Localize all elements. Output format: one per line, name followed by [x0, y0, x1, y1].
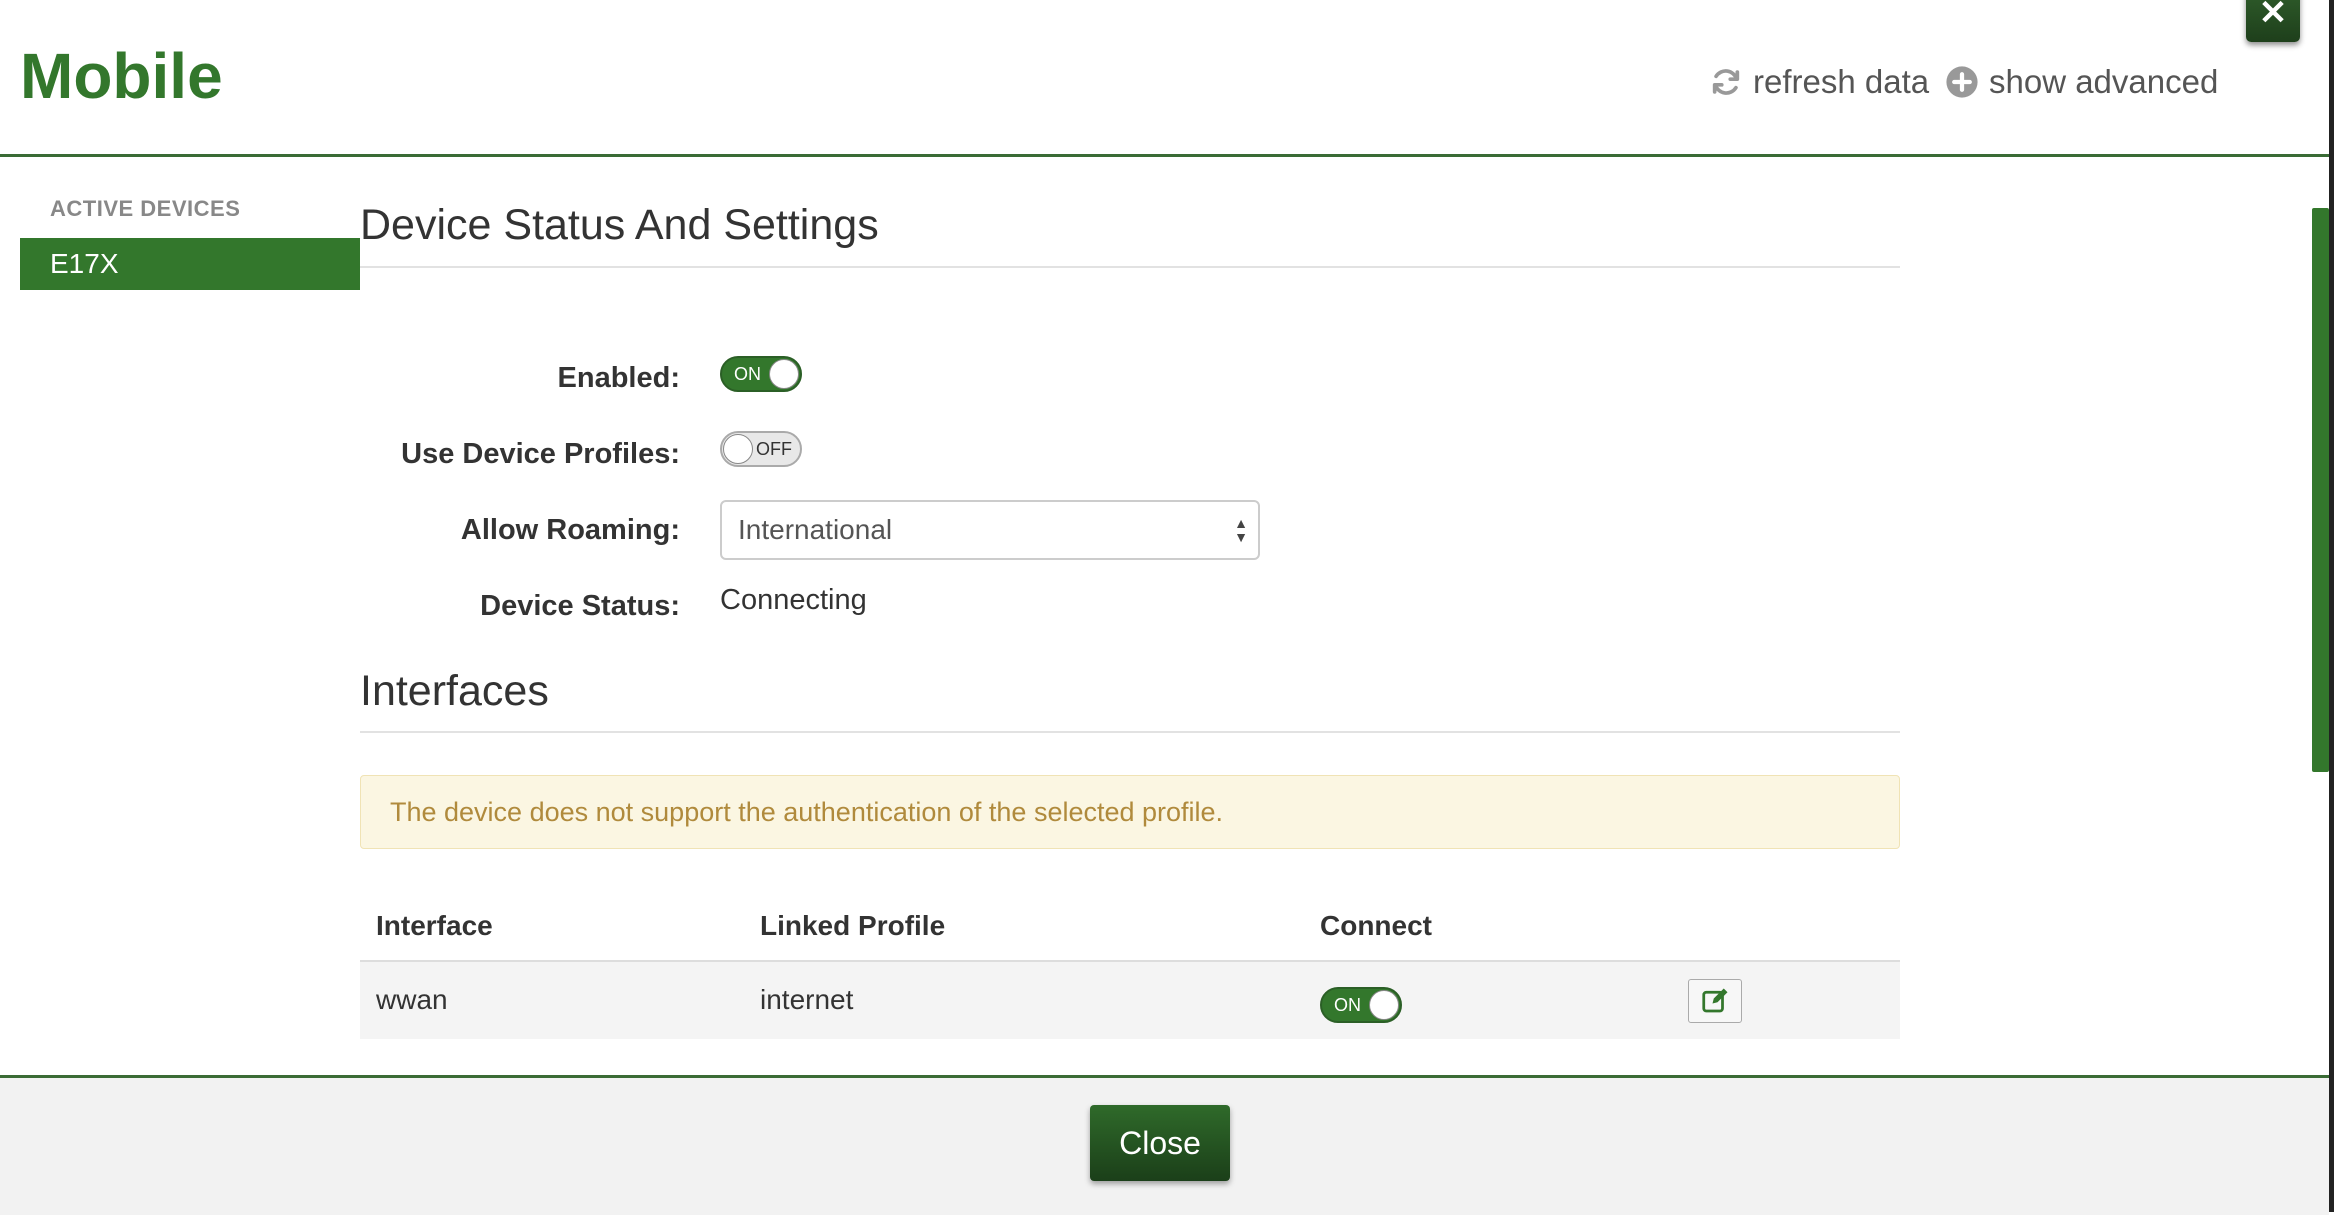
use-device-profiles-toggle[interactable]: OFF	[720, 431, 802, 467]
column-header-interface: Interface	[376, 910, 493, 941]
interfaces-heading: Interfaces	[360, 667, 549, 715]
refresh-data-link[interactable]: refresh data	[1709, 62, 1929, 102]
close-button[interactable]: Close	[1090, 1105, 1230, 1181]
sidebar-item-e17x[interactable]: E17X	[20, 238, 360, 290]
settings-heading: Device Status And Settings	[360, 201, 879, 249]
warning-alert: The device does not support the authenti…	[360, 775, 1900, 849]
section-divider	[360, 731, 1900, 733]
allow-roaming-label: Allow Roaming:	[460, 514, 680, 546]
column-header-connect: Connect	[1320, 910, 1432, 941]
window-edge	[2329, 0, 2334, 1212]
table-row	[360, 962, 1900, 1039]
close-icon: ✕	[2258, 0, 2288, 32]
allow-roaming-value: International	[738, 514, 893, 545]
edit-interface-button[interactable]	[1688, 979, 1742, 1023]
toggle-knob	[723, 434, 753, 464]
device-status-value: Connecting	[720, 584, 867, 616]
mobile-dialog: Mobile refresh data show advanced ACTIVE…	[0, 0, 2329, 1215]
toggle-state-text: OFF	[756, 439, 792, 459]
connect-toggle[interactable]: ON	[1320, 987, 1402, 1023]
section-divider	[360, 266, 1900, 268]
scrollbar-thumb[interactable]	[2312, 208, 2329, 772]
refresh-icon	[1712, 69, 1740, 95]
refresh-data-label: refresh data	[1753, 63, 1930, 100]
toggle-state-text: ON	[1334, 995, 1361, 1015]
enabled-toggle[interactable]: ON	[720, 356, 802, 392]
edit-icon	[1702, 988, 1728, 1013]
plus-circle-icon	[1946, 66, 1978, 98]
dialog-header: Mobile refresh data show advanced	[0, 0, 2329, 157]
show-advanced-label: show advanced	[1989, 63, 2219, 100]
device-status-label: Device Status:	[480, 590, 680, 622]
show-advanced-link[interactable]: show advanced	[1945, 62, 2218, 102]
toggle-state-text: ON	[734, 364, 761, 384]
use-device-profiles-label: Use Device Profiles:	[401, 438, 680, 470]
active-devices-heading: ACTIVE DEVICES	[50, 196, 241, 221]
page-title: Mobile	[20, 40, 223, 112]
select-arrows-icon: ▲ ▼	[1234, 515, 1248, 545]
column-header-linked-profile: Linked Profile	[760, 910, 946, 941]
allow-roaming-select[interactable]: International ▲ ▼	[720, 500, 1260, 560]
interface-name-cell: wwan	[376, 984, 448, 1015]
toggle-knob	[769, 359, 799, 389]
toggle-knob	[1369, 990, 1399, 1020]
close-x-button[interactable]: ✕	[2246, 0, 2300, 42]
linked-profile-cell: internet	[760, 984, 854, 1015]
enabled-label: Enabled:	[557, 362, 680, 394]
